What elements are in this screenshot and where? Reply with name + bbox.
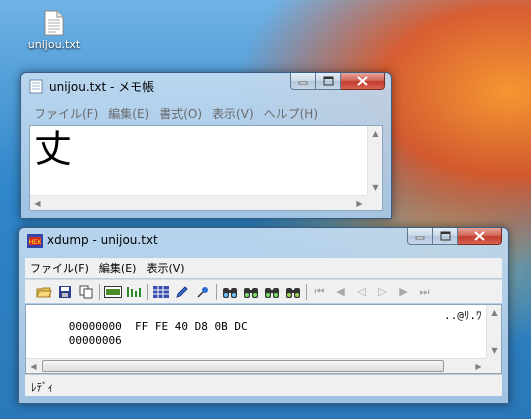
horizontal-scrollbar[interactable]: ◀ ▶ (30, 195, 367, 210)
scroll-up-icon[interactable]: ▲ (487, 305, 502, 320)
menu-format[interactable]: 書式(O) (154, 105, 207, 122)
minimize-icon (415, 236, 425, 240)
xdump-menubar: ファイル(F) 編集(E) 表示(V) (25, 258, 502, 278)
find-all-icon[interactable] (282, 282, 303, 302)
notepad-menubar: ファイル(F) 編集(E) 書式(O) 表示(V) ヘルプ(H) (29, 103, 323, 123)
menu-file[interactable]: ファイル(F) (25, 260, 94, 276)
menu-file[interactable]: ファイル(F) (29, 105, 103, 122)
scroll-thumb[interactable] (42, 360, 444, 372)
find-icon[interactable] (219, 282, 240, 302)
maximize-button[interactable] (316, 73, 341, 90)
notepad-window: unijou.txt - メモ帳 ファイル(F) 編集(E) 書式(O) 表示(… (20, 72, 392, 219)
last-icon[interactable]: ⏭ (414, 282, 435, 302)
scroll-left-icon[interactable]: ◀ (26, 359, 41, 374)
copy-icon[interactable] (75, 282, 96, 302)
minimize-button[interactable] (290, 73, 316, 90)
menu-edit[interactable]: 編集(E) (94, 260, 142, 276)
hex-row-ascii: ..@ﾘ.ﾜ (444, 309, 482, 322)
notepad-titlebar[interactable]: unijou.txt - メモ帳 (21, 73, 391, 99)
menu-view[interactable]: 表示(V) (207, 105, 259, 122)
scrollbar-corner (367, 195, 382, 210)
notepad-content: 丈 (34, 127, 73, 171)
next-step-icon[interactable]: ▷ (372, 282, 393, 302)
find-next-icon[interactable] (240, 282, 261, 302)
close-icon (357, 76, 368, 86)
status-bar: ﾚﾃﾞｨ (25, 374, 502, 396)
scrollbar-corner (486, 358, 501, 373)
columns-icon[interactable] (123, 282, 144, 302)
scroll-left-icon[interactable]: ◀ (30, 196, 45, 211)
xdump-titlebar[interactable]: HEX xdump - unijou.txt (19, 228, 508, 254)
hex-row-bytes: FF FE 40 D8 0B DC (134, 320, 248, 333)
xdump-toolbar: ⏮ ◀ ◁ ▷ ▶ ⏭ (25, 279, 502, 303)
scroll-down-icon[interactable]: ▼ (487, 343, 502, 358)
svg-text:HEX: HEX (29, 239, 41, 246)
scroll-right-icon[interactable]: ▶ (471, 359, 486, 374)
notepad-text-area[interactable]: 丈 ▲ ▼ ◀ ▶ (29, 125, 383, 211)
horizontal-scrollbar[interactable]: ◀ ▶ (26, 358, 486, 373)
prev-icon[interactable]: ◀ (330, 282, 351, 302)
prev-step-icon[interactable]: ◁ (351, 282, 372, 302)
scroll-up-icon[interactable]: ▲ (368, 126, 383, 141)
maximize-button[interactable] (433, 228, 458, 245)
desktop-file-icon[interactable]: unijou.txt (24, 10, 84, 51)
close-button[interactable] (341, 73, 385, 90)
scroll-right-icon[interactable]: ▶ (352, 196, 367, 211)
close-icon (474, 231, 485, 241)
maximize-icon (440, 231, 450, 241)
pencil-icon[interactable] (171, 282, 192, 302)
menu-view[interactable]: 表示(V) (141, 260, 189, 276)
status-text: ﾚﾃﾞｨ (31, 381, 53, 394)
menu-help[interactable]: ヘルプ(H) (259, 105, 323, 122)
first-icon[interactable]: ⏮ (309, 282, 330, 302)
minimize-icon (298, 81, 308, 85)
notepad-app-icon (29, 79, 43, 97)
close-button[interactable] (458, 228, 502, 245)
xdump-title: xdump - unijou.txt (47, 233, 158, 247)
hex-view[interactable]: 00000000 FF FE 40 D8 0B DC ..@ﾘ.ﾜ 000000… (25, 304, 502, 374)
hex-row-offset: 00000006 (68, 334, 122, 347)
hex-row: 00000006 (29, 321, 122, 360)
maximize-icon (323, 76, 333, 86)
open-folder-icon[interactable] (33, 282, 54, 302)
grid-icon[interactable] (150, 282, 171, 302)
scroll-down-icon[interactable]: ▼ (368, 180, 383, 195)
minimize-button[interactable] (407, 228, 433, 245)
find-prev-icon[interactable] (261, 282, 282, 302)
xdump-window: HEX xdump - unijou.txt ファイル(F) 編集(E) 表示(… (18, 227, 509, 404)
notepad-title: unijou.txt - メモ帳 (49, 80, 155, 94)
hex-mode-icon[interactable] (102, 282, 123, 302)
text-file-icon (44, 10, 64, 36)
xdump-app-icon: HEX (27, 234, 43, 251)
desktop-icon-label: unijou.txt (27, 38, 81, 51)
vertical-scrollbar[interactable]: ▲ ▼ (367, 126, 382, 195)
menu-edit[interactable]: 編集(E) (103, 105, 154, 122)
next-icon[interactable]: ▶ (393, 282, 414, 302)
save-icon[interactable] (54, 282, 75, 302)
vertical-scrollbar[interactable]: ▲ ▼ (486, 305, 501, 358)
pin-icon[interactable] (192, 282, 213, 302)
